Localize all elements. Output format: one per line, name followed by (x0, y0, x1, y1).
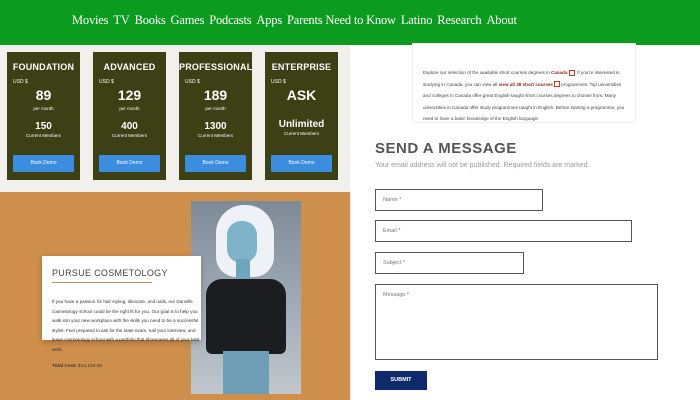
total-cost-value: $14,104.00 (78, 364, 103, 369)
nav-link-parents[interactable]: Parents Need to Know (287, 13, 396, 28)
plan-currency: USD $ (99, 79, 114, 85)
canada-link[interactable]: Canada (551, 70, 568, 75)
plan-name: ENTERPRISE (271, 62, 332, 72)
title-underline (52, 282, 152, 283)
nav-link-podcasts[interactable]: Podcasts (209, 13, 251, 28)
info-text-3: programmes. Top universities and college… (423, 81, 625, 122)
total-cost: Total Cost: $14,104.00 (52, 364, 102, 369)
info-paragraph: Explore our selection of the available s… (423, 67, 625, 125)
model-photo (191, 201, 301, 394)
nav-links: Movies TV Books Games Podcasts Apps Pare… (72, 13, 522, 28)
plan-price: 189 (203, 87, 228, 103)
plan-currency: USD $ (271, 79, 286, 85)
cosmetology-description: If you have a passion for hair styling, … (52, 299, 200, 352)
form-note: Your email address will not be published… (375, 162, 590, 169)
short-courses-info: Explore our selection of the available s… (413, 44, 635, 122)
nav-link-apps[interactable]: Apps (256, 13, 282, 28)
book-demo-button[interactable]: Book Demo (185, 155, 246, 172)
nav-link-movies[interactable]: Movies (72, 13, 109, 28)
nav-link-about[interactable]: About (486, 13, 516, 28)
plan-members-label: Current Members (25, 133, 61, 138)
plan-currency: USD $ (185, 79, 200, 85)
top-nav: Movies TV Books Games Podcasts Apps Pare… (0, 0, 700, 45)
subject-field[interactable]: Subject * (375, 252, 524, 274)
book-demo-button[interactable]: Book Demo (13, 155, 74, 172)
plan-currency: USD $ (13, 79, 28, 85)
cosmetology-title: PURSUE COSMETOLOGY (52, 268, 168, 278)
book-demo-button[interactable]: Book Demo (99, 155, 160, 172)
plan-members-label: Current Members (111, 133, 147, 138)
plan-members-label: Current Members (197, 133, 233, 138)
nav-link-games[interactable]: Games (171, 13, 205, 28)
plan-price: 129 (117, 87, 142, 103)
name-field[interactable]: Name * (375, 189, 543, 211)
nav-link-latino[interactable]: Latino (401, 13, 433, 28)
courses-link[interactable]: view all 38 short courses (499, 82, 553, 87)
plan-members: Unlimited (278, 119, 325, 130)
book-demo-button[interactable]: Book Demo (271, 155, 332, 172)
plan-members-label: Current Members (283, 131, 319, 136)
plan-card-professional: PROFESSIONAL USD $ 189 per month 1300 Cu… (179, 52, 252, 180)
plan-period: per month (33, 106, 54, 111)
email-field[interactable]: Email * (375, 220, 632, 242)
plan-name: FOUNDATION (12, 62, 75, 72)
nav-link-research[interactable]: Research (437, 13, 481, 28)
plan-card-foundation: FOUNDATION USD $ 89 per month 150 Curren… (7, 52, 80, 180)
info-text-1: Explore our selection of the available s… (423, 70, 551, 75)
plan-members: 400 (121, 121, 138, 132)
plan-members: 150 (35, 121, 52, 132)
form-title: SEND A MESSAGE (375, 140, 517, 157)
nav-link-tv[interactable]: TV (113, 13, 129, 28)
nav-link-books[interactable]: Books (135, 13, 166, 28)
plan-period: per month (205, 106, 226, 111)
plan-members: 1300 (204, 121, 227, 132)
plan-card-enterprise: ENTERPRISE USD $ ASK Unlimited Current M… (265, 52, 338, 180)
plan-period: per month (119, 106, 140, 111)
pricing-section: FOUNDATION USD $ 89 per month 150 Curren… (0, 45, 350, 192)
plan-card-advanced: ADVANCED USD $ 129 per month 400 Current… (93, 52, 166, 180)
plan-name: PROFESSIONAL (179, 62, 253, 72)
column-divider (350, 190, 351, 400)
plan-name: ADVANCED (103, 62, 156, 72)
plan-price: 89 (35, 87, 52, 103)
total-cost-label: Total Cost: (52, 364, 77, 369)
submit-button[interactable]: SUBMIT (375, 371, 427, 390)
message-field[interactable]: Message * (375, 284, 658, 360)
plan-price: ASK (286, 87, 317, 103)
